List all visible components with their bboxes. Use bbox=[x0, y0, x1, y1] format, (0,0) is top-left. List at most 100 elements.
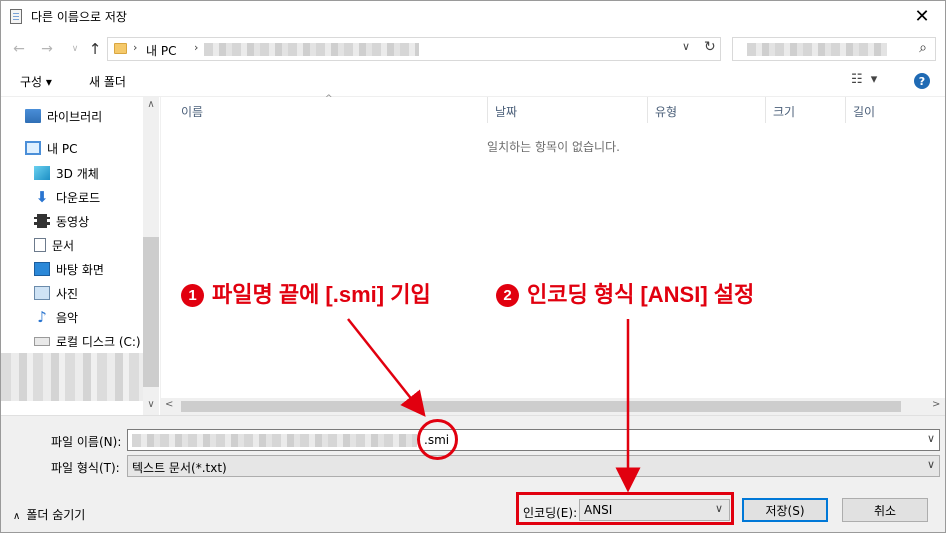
scroll-left-icon[interactable]: < bbox=[165, 399, 173, 410]
save-as-dialog: 다른 이름으로 저장 ✕ ← → ∨ ↑ › 내 PC › ∨ ↻ ⌕ 구성 ▾… bbox=[0, 0, 946, 533]
step-number-badge: 1 bbox=[181, 284, 204, 307]
nav-item-label: 라이브러리 bbox=[47, 109, 103, 124]
video-icon bbox=[34, 214, 50, 228]
redacted-filename bbox=[132, 434, 417, 447]
search-input[interactable]: ⌕ bbox=[732, 37, 936, 61]
notepad-icon bbox=[10, 9, 22, 24]
scroll-down-icon[interactable]: ∨ bbox=[143, 399, 159, 410]
nav-item-music[interactable]: ♪ 음악 bbox=[34, 306, 78, 328]
column-header-type[interactable]: 유형 bbox=[655, 103, 677, 120]
column-header-date[interactable]: 날짜 bbox=[495, 103, 517, 120]
drive-icon bbox=[34, 336, 50, 346]
nav-scrollbar-thumb[interactable] bbox=[143, 237, 159, 387]
cancel-button[interactable]: 취소 bbox=[842, 498, 928, 522]
nav-item-label: 사진 bbox=[56, 286, 79, 301]
nav-item-library[interactable]: 라이브러리 bbox=[25, 105, 102, 127]
navigation-pane: 라이브러리 내 PC 3D 개체 ⬇ 다운로드 동영상 문서 바탕 화면 사진 bbox=[1, 97, 159, 415]
scroll-up-icon[interactable]: ∧ bbox=[143, 99, 159, 110]
3d-objects-icon bbox=[34, 166, 50, 180]
command-bar: 구성 ▾ 새 폴더 ☷ ▾ ? bbox=[1, 65, 945, 97]
breadcrumb-separator-icon: › bbox=[194, 41, 199, 54]
nav-item-label: 내 PC bbox=[47, 141, 78, 156]
highlight-circle bbox=[417, 419, 458, 460]
up-arrow-icon: ↑ bbox=[88, 40, 102, 58]
organize-button[interactable]: 구성 ▾ bbox=[20, 73, 52, 90]
title-bar: 다른 이름으로 저장 ✕ bbox=[1, 1, 945, 32]
nav-item-pictures[interactable]: 사진 bbox=[34, 282, 78, 304]
redacted-path bbox=[204, 43, 419, 56]
breadcrumb-pc[interactable]: 내 PC bbox=[146, 42, 176, 59]
address-row: ← → ∨ ↑ › 내 PC › ∨ ↻ ⌕ bbox=[1, 33, 945, 65]
chevron-down-icon: ∨ bbox=[926, 458, 935, 471]
hide-folders-button[interactable]: ∧ 폴더 숨기기 bbox=[13, 506, 85, 523]
save-button[interactable]: 저장(S) bbox=[742, 498, 828, 522]
filename-label: 파일 이름(N): bbox=[51, 435, 122, 449]
redacted-search-text bbox=[747, 43, 887, 56]
window-title: 다른 이름으로 저장 bbox=[31, 10, 127, 24]
filetype-value: 텍스트 문서(*.txt) bbox=[132, 461, 227, 475]
music-icon: ♪ bbox=[37, 308, 47, 326]
new-folder-button[interactable]: 새 폴더 bbox=[89, 73, 126, 90]
nav-item-label: 음악 bbox=[56, 310, 79, 325]
recent-locations-button[interactable]: ∨ bbox=[65, 39, 85, 59]
empty-list-message: 일치하는 항목이 없습니다. bbox=[487, 140, 620, 154]
nav-item-desktop[interactable]: 바탕 화면 bbox=[34, 258, 104, 280]
step-number-badge: 2 bbox=[496, 284, 519, 307]
desktop-icon bbox=[34, 262, 50, 276]
redacted-nav-items bbox=[1, 353, 143, 401]
nav-item-label: 로컬 디스크 (C:) bbox=[56, 334, 141, 349]
nav-item-downloads[interactable]: ⬇ 다운로드 bbox=[34, 186, 100, 208]
save-form: 파일 이름(N): .smi ∨ 파일 형식(T): 텍스트 문서(*.txt)… bbox=[1, 415, 945, 532]
back-button[interactable]: ← bbox=[9, 39, 29, 59]
file-list: ^ 이름 날짜 유형 크기 길이 일치하는 항목이 없습니다. < > bbox=[160, 94, 945, 415]
folder-icon bbox=[114, 43, 127, 54]
view-options-icon[interactable]: ☷ ▾ bbox=[851, 72, 879, 87]
column-divider[interactable] bbox=[647, 97, 648, 123]
refresh-icon[interactable]: ↻ bbox=[704, 39, 716, 55]
nav-item-label: 3D 개체 bbox=[56, 166, 99, 181]
up-button[interactable]: ↑ bbox=[85, 39, 105, 59]
close-button[interactable]: ✕ bbox=[899, 1, 945, 32]
column-divider[interactable] bbox=[487, 97, 488, 123]
scroll-right-icon[interactable]: > bbox=[932, 399, 940, 410]
close-icon: ✕ bbox=[914, 6, 930, 27]
chevron-down-icon[interactable]: ∨ bbox=[927, 432, 935, 445]
nav-item-this-pc[interactable]: 내 PC bbox=[25, 137, 77, 159]
nav-item-label: 바탕 화면 bbox=[56, 262, 104, 277]
chevron-down-icon: ∨ bbox=[71, 44, 79, 54]
hide-folders-label: 폴더 숨기기 bbox=[26, 508, 86, 522]
annotation-text: 파일명 끝에 [.smi] 기입 bbox=[212, 282, 431, 307]
column-header-size[interactable]: 크기 bbox=[773, 103, 795, 120]
document-icon bbox=[34, 238, 46, 252]
nav-item-documents[interactable]: 문서 bbox=[34, 234, 74, 256]
breadcrumb-separator-icon: › bbox=[133, 41, 138, 54]
back-arrow-icon: ← bbox=[13, 41, 25, 57]
pictures-icon bbox=[34, 286, 50, 300]
filetype-label: 파일 형식(T): bbox=[51, 461, 120, 475]
annotation-text: 인코딩 형식 [ANSI] 설정 bbox=[527, 282, 755, 307]
forward-button[interactable]: → bbox=[37, 39, 57, 59]
column-header-name[interactable]: 이름 bbox=[181, 103, 203, 120]
filetype-select[interactable]: 텍스트 문서(*.txt) ∨ bbox=[127, 455, 940, 477]
address-dropdown-icon[interactable]: ∨ bbox=[682, 40, 690, 53]
nav-item-3d-objects[interactable]: 3D 개체 bbox=[34, 162, 99, 184]
chevron-up-icon: ∧ bbox=[13, 511, 21, 522]
library-icon bbox=[25, 109, 41, 123]
column-header-length[interactable]: 길이 bbox=[853, 103, 875, 120]
forward-arrow-icon: → bbox=[41, 41, 53, 57]
pc-icon bbox=[25, 141, 41, 155]
column-divider[interactable] bbox=[845, 97, 846, 123]
annotation-step-1: 1 파일명 끝에 [.smi] 기입 bbox=[181, 277, 431, 309]
nav-item-local-disk[interactable]: 로컬 디스크 (C:) bbox=[34, 330, 141, 352]
horizontal-scrollbar-thumb[interactable] bbox=[181, 401, 901, 412]
nav-item-label: 동영상 bbox=[56, 214, 90, 229]
download-icon: ⬇ bbox=[35, 188, 49, 206]
nav-item-label: 다운로드 bbox=[56, 190, 101, 205]
address-bar[interactable]: › 내 PC › ∨ ↻ bbox=[107, 37, 721, 61]
filename-field[interactable]: .smi ∨ bbox=[127, 429, 940, 451]
help-icon[interactable]: ? bbox=[914, 73, 930, 89]
column-divider[interactable] bbox=[765, 97, 766, 123]
nav-item-videos[interactable]: 동영상 bbox=[34, 210, 89, 232]
search-icon[interactable]: ⌕ bbox=[919, 40, 927, 56]
nav-item-label: 문서 bbox=[52, 238, 75, 253]
